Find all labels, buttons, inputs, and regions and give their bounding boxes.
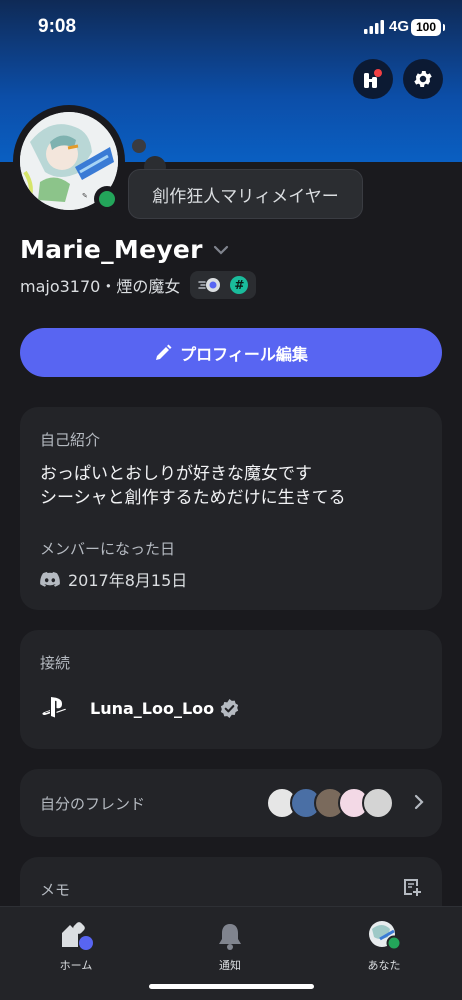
signal-icon	[364, 20, 384, 34]
badge-list[interactable]: #	[190, 271, 257, 299]
about-me-line: おっぱいとおしりが好きな魔女です	[40, 464, 312, 484]
friends-card[interactable]: 自分のフレンド	[20, 769, 442, 837]
clock: 9:08	[38, 16, 77, 37]
gear-icon	[414, 71, 432, 87]
connections-card: 接続 Luna_Loo_Loo	[20, 630, 442, 749]
memo-title: メモ	[40, 881, 71, 899]
member-since-date: 2017年8月15日	[68, 571, 188, 590]
username-handle: majo3170	[20, 277, 101, 296]
home-servers-icon	[62, 922, 93, 950]
shop-icon	[364, 69, 382, 88]
handle-separator: ・	[100, 277, 117, 296]
online-status-indicator	[94, 186, 120, 212]
tab-notifications-label: 通知	[219, 959, 241, 972]
about-me-title: 自己紹介	[40, 431, 101, 449]
friends-title: 自分のフレンド	[40, 795, 146, 813]
nitro-badge-icon	[198, 278, 221, 292]
verified-check-icon	[220, 698, 239, 718]
display-name-row[interactable]: Marie_Meyer	[20, 235, 229, 264]
tab-home[interactable]: ホーム	[36, 919, 116, 973]
nitro-shop-button[interactable]	[353, 59, 393, 99]
handle-row: majo3170・煙の魔女 #	[20, 271, 257, 299]
network-type: 4G	[389, 18, 410, 35]
discord-logo-icon	[40, 571, 60, 587]
settings-button[interactable]	[403, 59, 443, 99]
bell-icon	[219, 924, 241, 950]
friend-avatar	[362, 787, 394, 819]
user-avatar-icon	[369, 921, 402, 951]
edit-profile-label: プロフィール編集	[180, 344, 308, 364]
playstation-icon	[42, 697, 66, 718]
svg-text:✎: ✎	[82, 192, 88, 200]
home-indicator	[149, 984, 314, 989]
edit-profile-button[interactable]: プロフィール編集	[20, 328, 442, 377]
connections-title: 接続	[40, 654, 71, 672]
about-me-card: 自己紹介 おっぱいとおしりが好きな魔女です シーシャと創作するためだけに生きてる…	[20, 407, 442, 610]
add-note-icon[interactable]	[402, 877, 422, 897]
member-since-title: メンバーになった日	[40, 540, 176, 558]
battery-icon: 100	[411, 19, 445, 36]
hypesquad-badge-icon: #	[230, 276, 249, 294]
chevron-down-icon	[213, 245, 228, 255]
status-bar: 9:08 4G 100	[0, 0, 462, 56]
custom-status-bubble[interactable]: 創作狂人マリィメイヤー	[128, 169, 363, 219]
status-bubble-tail-small	[132, 139, 146, 153]
pronouns: 煙の魔女	[116, 277, 181, 296]
tab-you[interactable]: あなた	[344, 919, 424, 973]
custom-status-text: 創作狂人マリィメイヤー	[152, 186, 339, 207]
about-me-text: おっぱいとおしりが好きな魔女です シーシャと創作するためだけに生きてる	[40, 462, 346, 510]
member-since-row: 2017年8月15日	[40, 567, 187, 591]
about-me-line: シーシャと創作するためだけに生きてる	[40, 488, 346, 508]
chevron-right-icon	[414, 794, 424, 810]
connection-account-name: Luna_Loo_Loo	[90, 698, 215, 718]
display-name: Marie_Meyer	[20, 235, 203, 264]
tab-notifications[interactable]: 通知	[190, 919, 270, 973]
tab-you-label: あなた	[367, 959, 401, 972]
tab-home-label: ホーム	[59, 959, 93, 972]
pencil-icon	[156, 344, 172, 360]
connection-item[interactable]: Luna_Loo_Loo	[40, 696, 239, 720]
